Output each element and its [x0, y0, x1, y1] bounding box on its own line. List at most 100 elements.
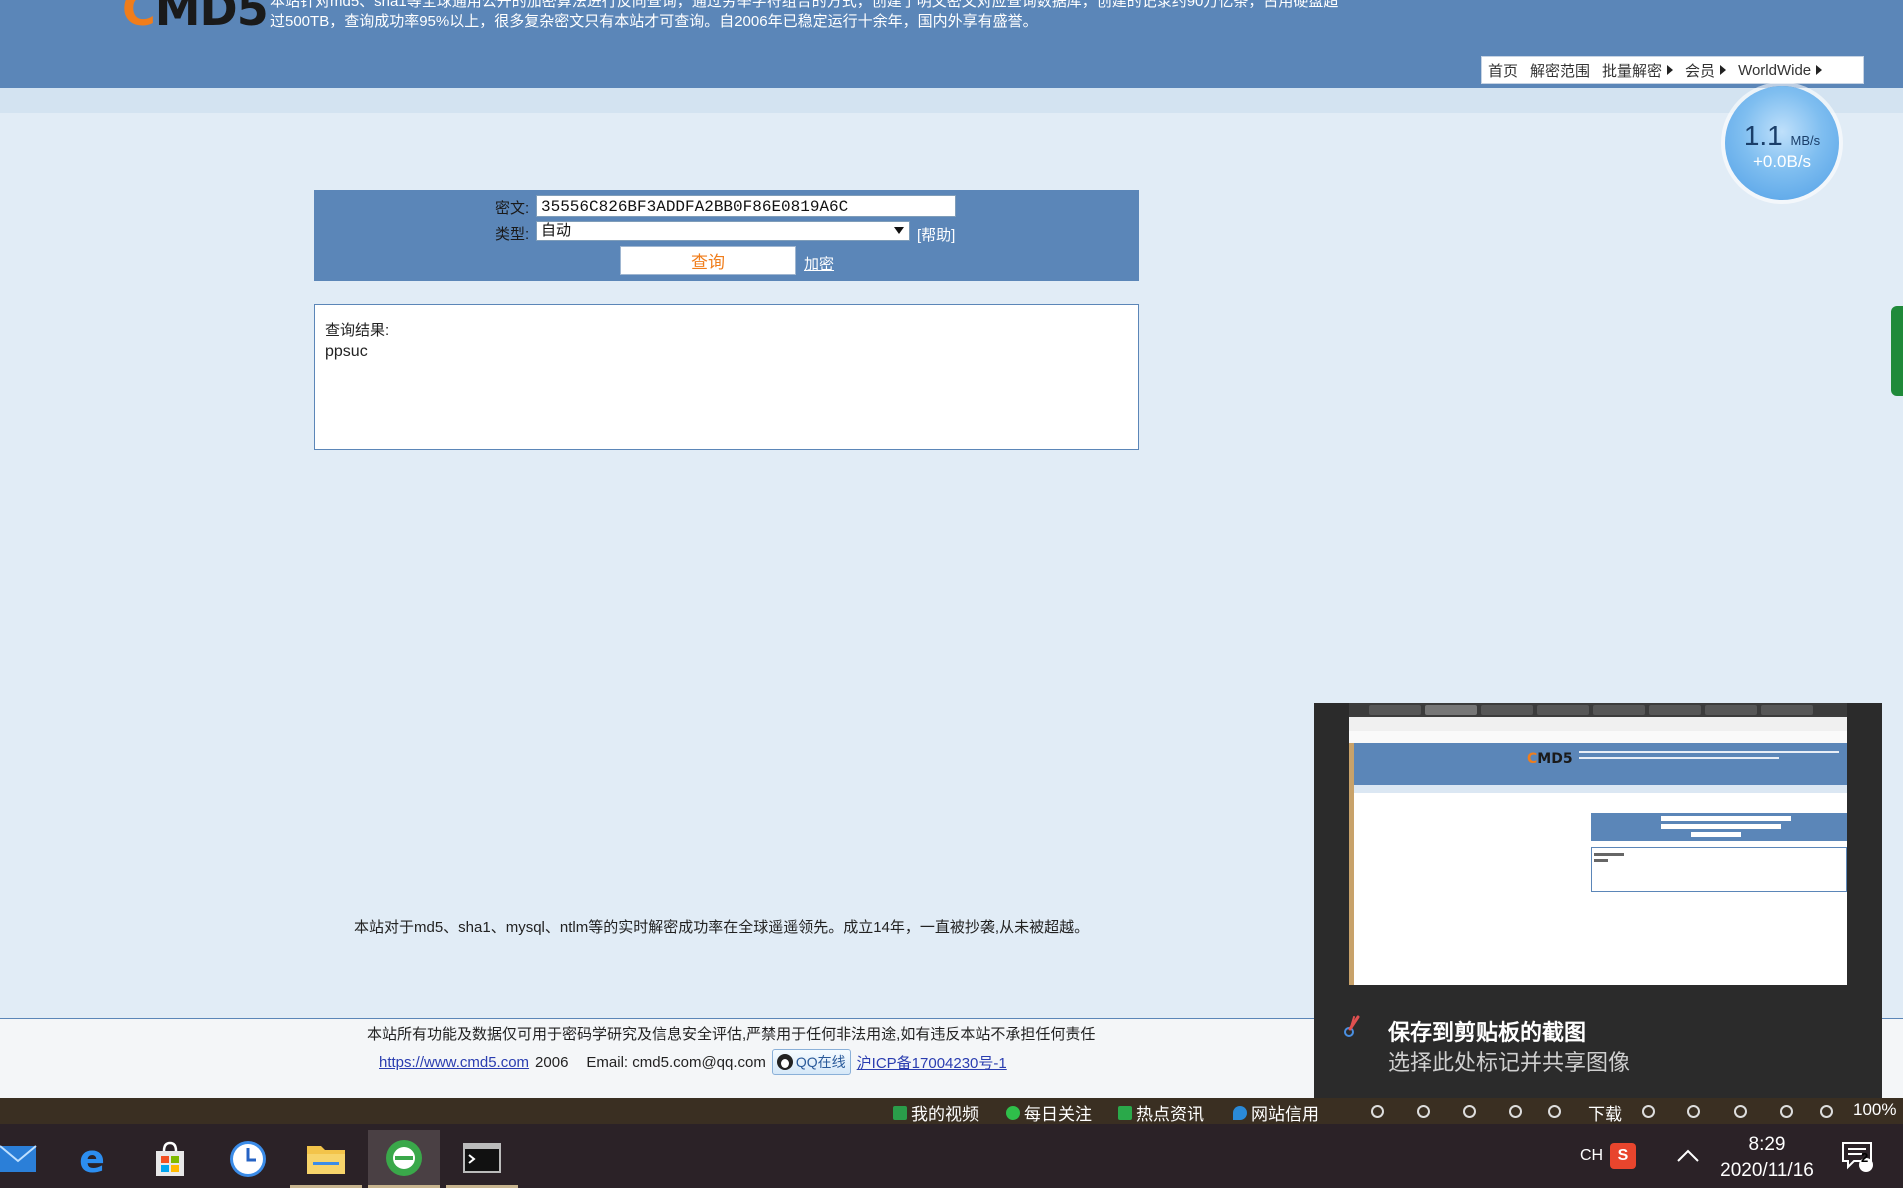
download-arrow-icon[interactable] [1548, 1105, 1561, 1118]
caret-right-icon [1720, 65, 1727, 75]
volume-icon[interactable] [1780, 1105, 1793, 1118]
news-label: 每日关注 [1024, 1105, 1092, 1124]
nav-label: 首页 [1488, 62, 1519, 80]
icp-link[interactable]: 沪ICP备17004230号-1 [857, 1052, 1007, 1073]
taskbar-edge[interactable]: e [56, 1130, 128, 1188]
nav-item-member[interactable]: 会员 [1679, 60, 1732, 81]
zoom-level[interactable]: 100% [1853, 1100, 1896, 1120]
speed-value: 1.1 MB/s [1725, 120, 1839, 152]
cipher-label: 密文: [495, 200, 530, 217]
taskbar-file-explorer[interactable] [290, 1130, 362, 1188]
taskbar-clock-app[interactable] [212, 1130, 284, 1188]
windows-taskbar: e CH S 8:29 2020/11/16 2 [0, 1124, 1903, 1188]
refresh-icon[interactable] [1463, 1105, 1476, 1118]
screenshot-toast[interactable]: CMD5 保存到剪贴板的截图 选择此处标记并共享图像 [1314, 703, 1882, 1103]
tray-overflow[interactable] [1676, 1124, 1700, 1188]
toast-title: 保存到剪贴板的截图 [1388, 1020, 1587, 1045]
thumb-header [1354, 743, 1847, 785]
thumb-tab [1705, 705, 1757, 715]
ime-indicator[interactable]: CH [1580, 1124, 1603, 1188]
cipher-input[interactable]: 35556C826BF3ADDFA2BB0F86E0819A6C [536, 195, 956, 217]
thumb-tab [1649, 705, 1701, 715]
thumb-addressbar [1349, 717, 1847, 732]
taskbar-mail[interactable] [0, 1130, 54, 1188]
clock-date: 2020/11/16 [1720, 1160, 1814, 1181]
sogou-ime[interactable]: S [1610, 1124, 1636, 1188]
news-item-credit[interactable]: 网站信用 [1233, 1100, 1319, 1125]
screenshot-thumbnail[interactable]: CMD5 [1349, 703, 1847, 985]
clock-icon [230, 1141, 266, 1177]
site-tagline: 本站对于md5、sha1、mysql、ntlm等的实时解密成功率在全球遥遥领先。… [354, 919, 1090, 936]
folder-icon [307, 1145, 345, 1174]
chevron-up-icon [1677, 1149, 1699, 1162]
speed-delta: +0.0B/s [1752, 152, 1812, 171]
site-logo[interactable]: CMD5 [122, 0, 269, 32]
sogou-icon: S [1610, 1143, 1636, 1169]
caret-right-icon [1667, 65, 1674, 75]
side-scroll-indicator[interactable] [1891, 306, 1903, 396]
result-value[interactable]: ppsuc [325, 343, 368, 361]
thumb-result-title [1594, 853, 1624, 856]
query-button[interactable]: 查询 [620, 246, 796, 275]
nav-item-worldwide[interactable]: WorldWide [1732, 62, 1828, 79]
site-intro: 本站针对md5、sha1等全球通用公开的加密算法进行反向查询，通过穷举字符组合的… [270, 0, 1370, 32]
edge-browser-icon: e [79, 1139, 105, 1179]
notification-count: 2 [1861, 1150, 1869, 1165]
news-item-hot[interactable]: 热点资讯 [1118, 1100, 1204, 1125]
image-icon[interactable] [1417, 1105, 1430, 1118]
news-label: 我的视频 [911, 1105, 979, 1124]
taskbar-terminal[interactable] [446, 1130, 518, 1188]
svg-text:e: e [79, 1139, 105, 1179]
news-item-daily[interactable]: 每日关注 [1006, 1100, 1092, 1125]
nav-label: WorldWide [1738, 61, 1812, 79]
news-label: 热点资讯 [1136, 1105, 1204, 1124]
qq-online-button[interactable]: QQ在线 [771, 1049, 851, 1075]
top-nav: 首页 解密范围 批量解密 会员 WorldWide [1481, 56, 1864, 84]
terminal-icon [463, 1142, 501, 1173]
site-link[interactable]: https://www.cmd5.com [379, 1054, 529, 1071]
thumb-tab [1481, 705, 1533, 715]
qq-penguin-icon [776, 1054, 793, 1070]
nav-item-scope[interactable]: 解密范围 [1524, 60, 1596, 81]
type-select[interactable]: 自动 [536, 221, 910, 241]
thumb-input [1661, 816, 1791, 821]
daily-icon [1006, 1105, 1020, 1120]
drop-icon [1233, 1105, 1247, 1120]
thumb-result [1591, 847, 1847, 892]
encrypt-link[interactable]: 加密 [804, 253, 834, 274]
taskbar-store[interactable] [134, 1130, 206, 1188]
thumb-tab [1537, 705, 1589, 715]
intro-line-2: 过500TB，查询成功率95%以上，很多复杂密文只有本站才可查询。自2006年已… [270, 13, 1038, 30]
undo-icon[interactable] [1687, 1105, 1700, 1118]
mail-icon [0, 1145, 37, 1172]
site-header: CMD5 本站针对md5、sha1等全球通用公开的加密算法进行反向查询，通过穷举… [0, 0, 1903, 88]
window-icon[interactable] [1734, 1105, 1747, 1118]
help-link[interactable]: [帮助] [917, 224, 955, 245]
intro-line-1: 本站针对md5、sha1等全球通用公开的加密算法进行反向查询，通过穷举字符组合的… [270, 0, 1339, 10]
thumb-form [1591, 813, 1847, 841]
nav-item-batch[interactable]: 批量解密 [1596, 60, 1679, 81]
news-label: 网站信用 [1251, 1105, 1319, 1124]
thumb-intro-line [1579, 757, 1779, 759]
speed-unit: MB/s [1790, 133, 1821, 148]
zoom-icon[interactable] [1820, 1105, 1833, 1118]
store-icon [156, 1141, 184, 1176]
network-speed-widget[interactable]: 1.1 MB/s +0.0B/s [1725, 86, 1839, 200]
thumb-tabbar [1349, 703, 1847, 717]
thumb-subbar [1354, 785, 1847, 793]
thumb-intro-line [1579, 751, 1839, 753]
pin-icon[interactable] [1509, 1105, 1522, 1118]
thumb-tab [1425, 705, 1477, 715]
download-item[interactable]: 下载 [1588, 1100, 1622, 1125]
flag-icon[interactable] [1642, 1105, 1655, 1118]
taskbar-360-browser[interactable] [368, 1130, 440, 1188]
news-item-video[interactable]: 我的视频 [893, 1100, 979, 1125]
zoom-label: 100% [1853, 1100, 1897, 1119]
nav-item-home[interactable]: 首页 [1482, 60, 1524, 81]
nav-label: 解密范围 [1530, 62, 1591, 80]
action-center[interactable]: 2 [1840, 1124, 1874, 1188]
shield-icon[interactable] [1371, 1105, 1384, 1118]
taskbar-clock[interactable]: 8:29 2020/11/16 [1712, 1132, 1822, 1184]
video-icon [893, 1105, 907, 1120]
footer-email: Email: cmd5.com@qq.com [586, 1053, 766, 1071]
